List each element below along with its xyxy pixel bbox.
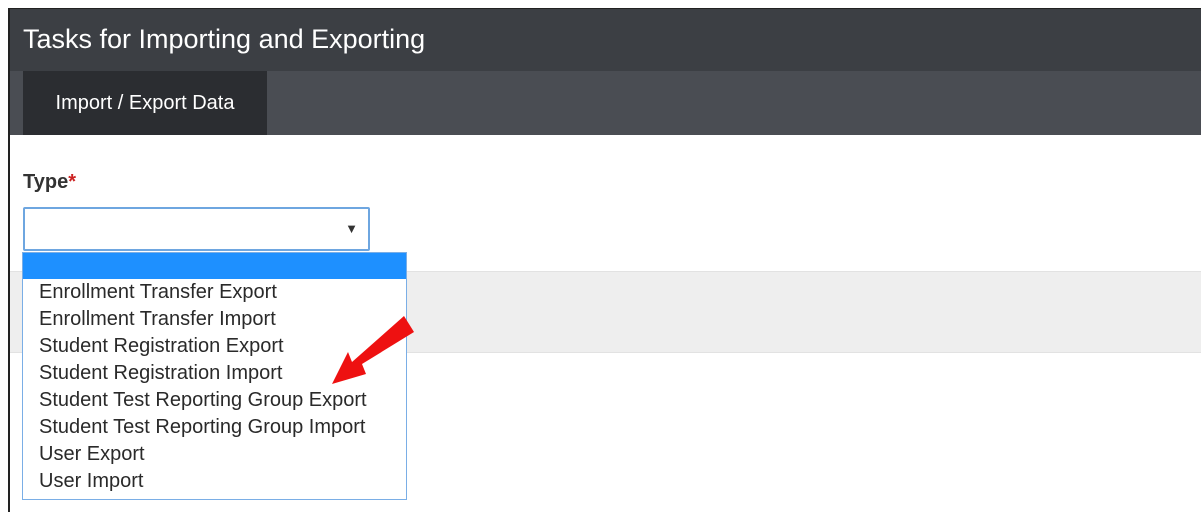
type-label-text: Type [23, 171, 69, 193]
tab-bar: Import / Export Data [10, 71, 1201, 135]
type-select[interactable]: ▼ [23, 207, 370, 251]
dropdown-option-user-export[interactable]: User Export [23, 441, 406, 468]
red-arrow-icon [332, 316, 414, 384]
title-bar: Tasks for Importing and Exporting [10, 9, 1201, 71]
red-arrow-shape [332, 316, 414, 384]
type-field-label: Type* [23, 171, 76, 194]
dropdown-option-student-test-reporting-group-export[interactable]: Student Test Reporting Group Export [23, 387, 406, 414]
dropdown-option-blank[interactable] [23, 253, 406, 279]
dropdown-option-user-import[interactable]: User Import [23, 468, 406, 495]
dropdown-option-enrollment-transfer-export[interactable]: Enrollment Transfer Export [23, 279, 406, 306]
required-marker: * [68, 171, 76, 193]
dropdown-option-student-test-reporting-group-import[interactable]: Student Test Reporting Group Import [23, 414, 406, 441]
page-title: Tasks for Importing and Exporting [23, 24, 426, 54]
caret-down-icon: ▼ [345, 221, 358, 236]
tab-import-export-data[interactable]: Import / Export Data [23, 71, 267, 135]
